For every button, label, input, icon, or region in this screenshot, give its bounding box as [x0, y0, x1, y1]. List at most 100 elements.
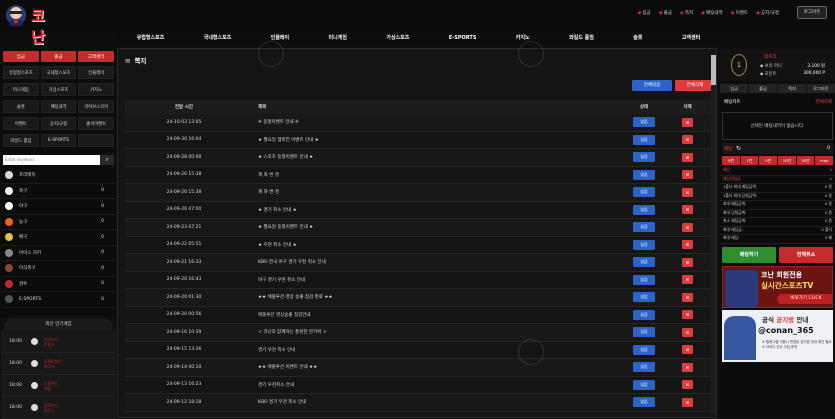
message-title[interactable]: 계 좌 변 경: [243, 189, 628, 195]
delete-all-button[interactable]: 전체삭제: [675, 80, 715, 91]
category-button[interactable]: 배팅내역: [40, 100, 77, 113]
delete-icon[interactable]: ✖: [682, 397, 693, 407]
banner-cta[interactable]: 바로가기 CLICK: [777, 293, 832, 304]
category-button[interactable]: 미니게임: [3, 83, 39, 96]
main-nav-item[interactable]: 유럽형스포츠: [137, 34, 165, 41]
sport-item[interactable]: 프리매치: [1, 168, 116, 184]
cancel-all-button[interactable]: 전체취소: [779, 246, 833, 263]
delete-icon[interactable]: ✖: [682, 222, 693, 232]
sport-item[interactable]: E-SPORTS 0: [1, 292, 116, 308]
read-status-button[interactable]: 읽음: [633, 344, 655, 355]
main-nav-item[interactable]: 국내형스포츠: [204, 34, 232, 41]
tab-deposit[interactable]: 입금: [720, 84, 748, 93]
quick-amount-button[interactable]: 10만: [778, 156, 796, 165]
message-title[interactable]: 야구 경기 우천 취소 안내: [243, 277, 628, 283]
table-row[interactable]: 24-09-30 16:04 ★ 월요일 챔피언 이벤트 안내 ★ 읽음 ✖: [125, 132, 715, 149]
tv-banner[interactable]: 코난 회원전용 실시간스포츠TV 바로가기 CLICK: [722, 265, 833, 308]
message-title[interactable]: ★★ 에볼루션 영상 송출 점검 완료 ★★: [243, 294, 628, 300]
support-button[interactable]: 고객센터: [78, 51, 115, 62]
message-title[interactable]: 경기 우천취소 안내: [243, 382, 628, 388]
message-title[interactable]: KBO 경기 우천 취소 안내: [243, 399, 628, 405]
table-row[interactable]: 24-09-20 16:43 야구 경기 우천 취소 안내 읽음 ✖: [125, 272, 715, 289]
sport-item[interactable]: 야구 0: [1, 199, 116, 215]
read-status-button[interactable]: 읽음: [633, 117, 655, 128]
category-button[interactable]: 라이브스코어: [78, 100, 115, 113]
sport-item[interactable]: 미식축구 0: [1, 261, 116, 277]
message-title[interactable]: 에볼루션 영상송출 점검안내: [243, 312, 628, 318]
search-input[interactable]: Enter keyword: [3, 155, 100, 165]
quick-amount-button[interactable]: 5천: [722, 156, 740, 165]
delete-icon[interactable]: ✖: [682, 257, 693, 267]
sport-item[interactable]: 축구 0: [1, 184, 116, 199]
read-status-button[interactable]: 읽음: [633, 222, 655, 233]
read-status-button[interactable]: 읽음: [633, 397, 655, 408]
topnav-item-3[interactable]: ◉배팅내역: [701, 10, 723, 16]
table-row[interactable]: 24-09-26 15:38 계 좌 변 경 읽음 ✖: [125, 184, 715, 202]
topnav-item-1[interactable]: ◉출금: [659, 10, 672, 16]
main-nav-item[interactable]: 가상스포츠: [386, 34, 409, 41]
withdraw-button[interactable]: 출금: [40, 51, 77, 62]
category-button[interactable]: 인플레이: [78, 66, 115, 79]
popular-game[interactable]: 18:00 플로리다 말린스: [1, 397, 116, 419]
message-title[interactable]: ★ 스포츠 동절이벤트 안내 ★: [243, 154, 628, 160]
read-status-button[interactable]: 읽음: [633, 187, 655, 198]
table-row[interactable]: 24-09-26 15:38 계 좌 변 경 읽음 ✖: [125, 167, 715, 184]
table-row[interactable]: 24-09-12 18:18 KBO 경기 우천 취소 안내 읽음 ✖: [125, 394, 715, 412]
category-button[interactable]: 공지/규정: [40, 117, 77, 130]
category-button[interactable]: E-SPORTS: [40, 134, 77, 147]
table-row[interactable]: 24-09-15 13:36 경기 우천 취소 안내 읽음 ✖: [125, 342, 715, 359]
delete-icon[interactable]: ✖: [682, 345, 693, 355]
main-nav-item[interactable]: E-SPORTS: [449, 35, 477, 41]
delete-icon[interactable]: ✖: [682, 275, 693, 285]
sport-item[interactable]: 배구 0: [1, 230, 116, 246]
read-status-button[interactable]: 읽음: [633, 292, 655, 303]
clear-slip-button[interactable]: 전체삭제: [815, 99, 832, 105]
main-nav-item[interactable]: 미니게임: [329, 34, 347, 41]
logout-button[interactable]: 로그아웃: [797, 6, 827, 19]
main-nav-item[interactable]: 고객센터: [682, 34, 700, 41]
category-button[interactable]: 카지노: [78, 83, 115, 96]
delete-icon[interactable]: ✖: [682, 362, 693, 372]
table-row[interactable]: 24-09-14 00:10 ★★ 에볼루션 이벤트 안내 ★★ 읽음 ✖: [125, 359, 715, 377]
table-row[interactable]: 24-09-16 10:39 < 코난과 함께하는 풍성한 한가위 > 읽음 ✖: [125, 324, 715, 342]
scrollbar-thumb[interactable]: [711, 55, 716, 85]
table-row[interactable]: 24-09-20 01:30 ★★ 에볼루션 영상 송출 점검 완료 ★★ 읽음 ✖: [125, 289, 715, 307]
delete-icon[interactable]: ✖: [682, 117, 693, 127]
delete-icon[interactable]: ✖: [682, 152, 693, 162]
sport-item[interactable]: 권투 0: [1, 277, 116, 292]
category-button[interactable]: 출석이벤트: [78, 117, 115, 130]
read-status-button[interactable]: 읽음: [633, 152, 655, 163]
message-title[interactable]: 경기 우천 취소 안내: [243, 347, 628, 353]
topnav-item-0[interactable]: ◉입금: [637, 10, 650, 16]
message-title[interactable]: ※ 동절이벤트 안내 ※: [243, 119, 628, 125]
read-status-button[interactable]: 읽음: [633, 204, 655, 215]
quick-amount-button[interactable]: 5만: [759, 156, 778, 165]
category-button[interactable]: 유럽형스포츠: [3, 66, 39, 79]
main-nav-item[interactable]: 와일드 홀덤: [569, 34, 594, 41]
sport-item[interactable]: 농구 0: [1, 215, 116, 230]
read-status-button[interactable]: 읽음: [633, 362, 655, 373]
category-button[interactable]: 와일드 홀덤: [3, 134, 39, 147]
message-title[interactable]: ★ 우천 취소 안내 ★: [243, 242, 628, 248]
topnav-item-4[interactable]: ◉이벤트: [731, 10, 748, 16]
topnav-item-5[interactable]: ◉공지/규정: [756, 10, 779, 16]
table-row[interactable]: 24-09-13 16:23 경기 우천취소 안내 읽음 ✖: [125, 377, 715, 394]
read-status-button[interactable]: 읽음: [633, 274, 655, 285]
delete-icon[interactable]: ✖: [682, 380, 693, 390]
table-row[interactable]: 24-09-21 16:33 KBO 한국 야구 경기 우천 취소 안내 읽음 ✖: [125, 254, 715, 272]
mark-all-read-button[interactable]: 전체읽음: [632, 80, 672, 91]
read-status-button[interactable]: 읽음: [633, 257, 655, 268]
popular-game[interactable]: 18:00 미네소타 트윈스: [1, 331, 116, 353]
delete-icon[interactable]: ✖: [682, 170, 693, 180]
main-nav-item[interactable]: 슬롯: [633, 34, 642, 41]
delete-icon[interactable]: ✖: [682, 187, 693, 197]
topnav-item-2[interactable]: ◉쪽지: [680, 10, 693, 16]
quick-amount-button[interactable]: 50만: [796, 156, 815, 165]
delete-icon[interactable]: ✖: [682, 240, 693, 250]
read-status-button[interactable]: 읽음: [633, 169, 655, 180]
telegram-banner[interactable]: 공식 공지방 안내 @conan_365 ※ 텔레그램 이용시 변경된 공지방 …: [722, 309, 833, 362]
message-title[interactable]: KBO 한국 야구 경기 우천 취소 안내: [243, 259, 628, 265]
delete-icon[interactable]: ✖: [682, 292, 693, 302]
message-title[interactable]: ★ 월요일 챔피언 이벤트 안내 ★: [243, 137, 628, 143]
category-button[interactable]: 이벤트: [3, 117, 39, 130]
